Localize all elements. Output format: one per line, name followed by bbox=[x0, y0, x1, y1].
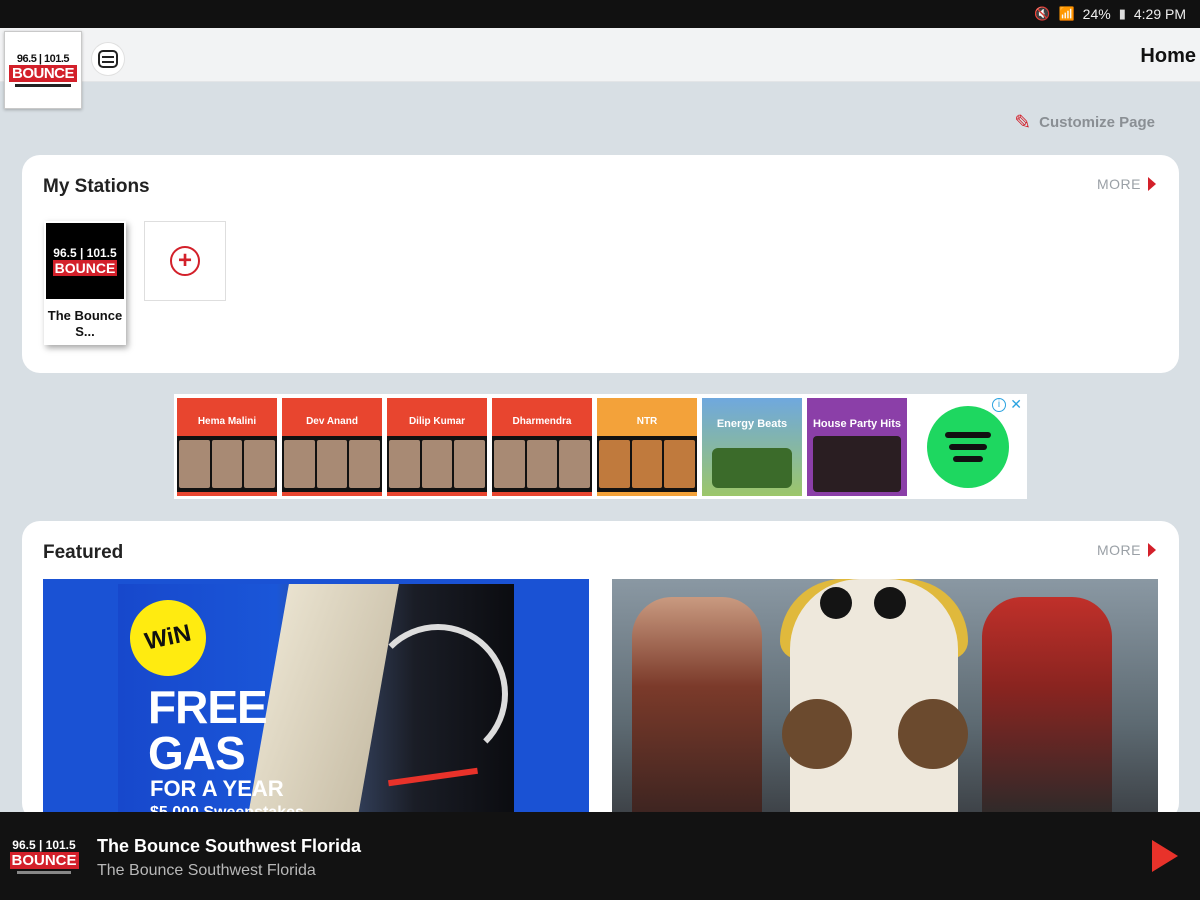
ad-playlist-label: NTR bbox=[636, 415, 658, 427]
ad-playlist-tile[interactable]: Dev Anand bbox=[282, 397, 382, 496]
ad-playlist-tile[interactable]: Energy Beats bbox=[702, 397, 802, 496]
poster-subline: FOR A YEAR bbox=[150, 776, 284, 801]
now-playing-subtitle: The Bounce Southwest Florida bbox=[97, 862, 316, 879]
my-stations-card: My Stations MORE 96.5 | 101.5 BOUNCE The… bbox=[22, 155, 1179, 373]
cosplayer-left bbox=[632, 597, 762, 821]
ad-playlist-label: Hema Malini bbox=[197, 415, 257, 427]
pencil-icon: ✎ bbox=[1014, 112, 1032, 134]
porg-eye bbox=[820, 587, 852, 619]
battery-percent: 24% bbox=[1082, 6, 1111, 22]
plus-circle-icon: + bbox=[170, 246, 200, 276]
spotify-ad-cell[interactable]: i ✕ bbox=[912, 396, 1024, 496]
ad-playlist-tile[interactable]: Hema Malini bbox=[177, 397, 277, 496]
station-name: The Bounce S... bbox=[47, 308, 123, 339]
my-stations-more-link[interactable]: MORE bbox=[1097, 176, 1156, 192]
app-header: 96.5 | 101.5 BOUNCE Home bbox=[0, 28, 1200, 109]
ad-playlist-tile[interactable]: NTR bbox=[597, 397, 697, 496]
station-logo[interactable]: 96.5 | 101.5 BOUNCE bbox=[4, 31, 82, 109]
menu-icon bbox=[98, 50, 118, 68]
more-label: MORE bbox=[1097, 542, 1141, 558]
ad-close-icon[interactable]: ✕ bbox=[1010, 396, 1022, 413]
ad-playlist-tile[interactable]: House Party Hits bbox=[807, 397, 907, 496]
ad-playlist-label: Energy Beats bbox=[716, 417, 788, 430]
ad-playlist-label: House Party Hits bbox=[812, 417, 902, 430]
station-tile[interactable]: 96.5 | 101.5 BOUNCE The Bounce S... bbox=[44, 221, 126, 345]
featured-item-free-gas[interactable]: WiN FREE GAS FOR A YEAR $5,000 Sweepstak… bbox=[43, 579, 589, 821]
station-logo-frequency: 96.5 | 101.5 bbox=[53, 246, 117, 260]
play-icon[interactable] bbox=[1152, 840, 1178, 872]
my-stations-title: My Stations bbox=[43, 176, 150, 197]
station-logo-name: BOUNCE bbox=[52, 260, 118, 276]
ad-playlist-tile[interactable]: Dharmendra bbox=[492, 397, 592, 496]
ad-playlist-label: Dharmendra bbox=[512, 415, 572, 427]
player-logo-name: BOUNCE bbox=[9, 852, 79, 869]
featured-card: Featured MORE WiN FREE GAS FOR A YEAR $5… bbox=[22, 521, 1179, 821]
poster-headline-line1: FREE bbox=[148, 681, 268, 733]
poster-headline-line2: GAS bbox=[148, 727, 246, 779]
battery-icon: ▮ bbox=[1118, 6, 1126, 21]
gauge-needle bbox=[388, 767, 478, 787]
porg-wing bbox=[782, 699, 852, 769]
logo-tagline-bar bbox=[15, 84, 71, 87]
fuel-gauge-image bbox=[368, 624, 508, 764]
player-logo-tagline-bar bbox=[17, 871, 71, 874]
menu-button[interactable] bbox=[92, 43, 124, 75]
ad-playlist-tile[interactable]: Dilip Kumar bbox=[387, 397, 487, 496]
chevron-right-icon bbox=[1148, 177, 1156, 191]
ad-playlist-label: Dilip Kumar bbox=[408, 415, 466, 427]
wifi-icon: 📶 bbox=[1058, 6, 1075, 21]
page-title: Home bbox=[1140, 45, 1196, 67]
customize-page-button[interactable]: ✎ Customize Page bbox=[1014, 110, 1155, 135]
now-playing-title: The Bounce Southwest Florida bbox=[97, 836, 362, 856]
now-playing-bar[interactable]: 96.5 | 101.5 BOUNCE The Bounce Southwest… bbox=[0, 812, 1200, 900]
ad-banner[interactable]: Hema Malini Dev Anand Dilip Kumar Dharme… bbox=[174, 394, 1027, 499]
logo-name: BOUNCE bbox=[9, 65, 78, 82]
ad-info-icon[interactable]: i bbox=[992, 397, 1006, 412]
free-gas-poster: WiN FREE GAS FOR A YEAR $5,000 Sweepstak… bbox=[118, 584, 514, 821]
more-label: MORE bbox=[1097, 176, 1141, 192]
customize-page-label: Customize Page bbox=[1039, 114, 1155, 131]
porg-eye bbox=[874, 587, 906, 619]
chevron-right-icon bbox=[1148, 543, 1156, 557]
mute-icon: 🔇 bbox=[1034, 6, 1051, 21]
featured-more-link[interactable]: MORE bbox=[1097, 542, 1156, 558]
cosplayer-right bbox=[982, 597, 1112, 821]
station-thumbnail: 96.5 | 101.5 BOUNCE bbox=[44, 221, 126, 301]
logo-frequency: 96.5 | 101.5 bbox=[16, 53, 70, 65]
player-logo-frequency: 96.5 | 101.5 bbox=[12, 838, 76, 852]
featured-item-cosplay[interactable] bbox=[612, 579, 1158, 821]
win-badge: WiN bbox=[122, 592, 214, 684]
porg-wing bbox=[898, 699, 968, 769]
status-bar: 🔇 📶 24% ▮ 4:29 PM bbox=[0, 0, 1200, 28]
clock: 4:29 PM bbox=[1133, 6, 1186, 22]
featured-title: Featured bbox=[43, 542, 124, 563]
add-station-button[interactable]: + bbox=[144, 221, 226, 301]
ad-playlist-label: Dev Anand bbox=[306, 415, 358, 427]
player-station-logo: 96.5 | 101.5 BOUNCE bbox=[9, 834, 79, 878]
spotify-logo-icon bbox=[927, 405, 1009, 488]
